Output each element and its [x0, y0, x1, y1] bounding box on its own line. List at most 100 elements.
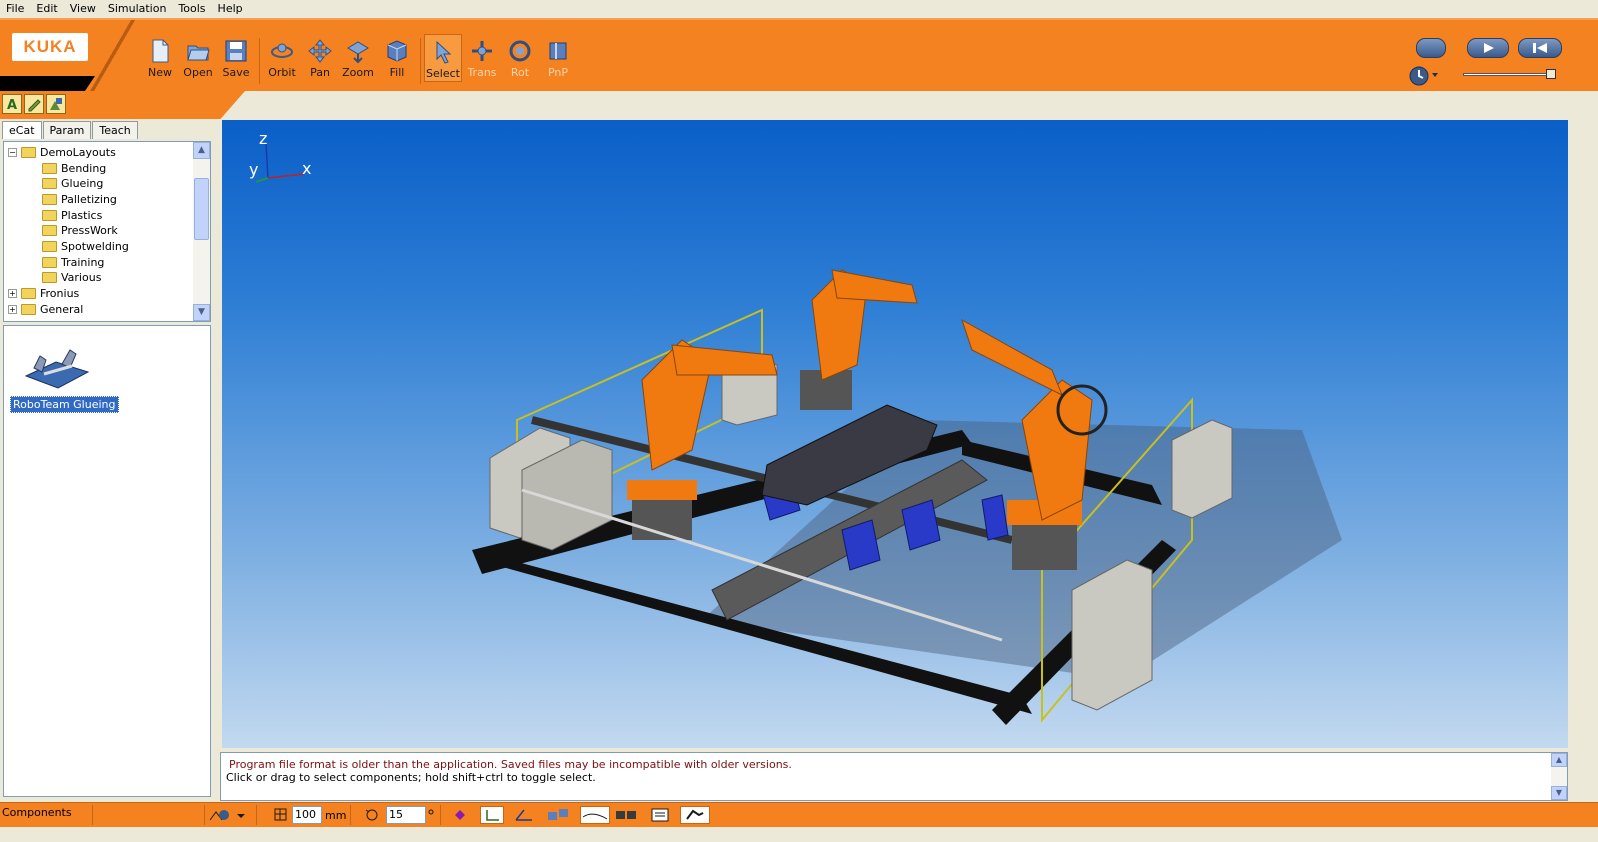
folder-icon	[42, 177, 57, 189]
trans-button[interactable]: Trans	[463, 22, 501, 88]
play-button[interactable]	[1467, 38, 1509, 58]
toolbar-separator	[420, 38, 421, 84]
grid-size-input[interactable]: 100	[292, 806, 322, 824]
collapse-icon[interactable]: −	[8, 147, 17, 157]
tab-ecat[interactable]: eCat	[2, 121, 42, 139]
zoom-label: Zoom	[342, 66, 374, 79]
menu-file[interactable]: File	[0, 0, 30, 17]
pnp-button[interactable]: PnP	[539, 22, 577, 88]
folder-icon	[42, 193, 57, 205]
menu-view[interactable]: View	[64, 0, 102, 17]
pan-label: Pan	[310, 66, 330, 79]
panel-tabs: eCat Param Teach	[2, 121, 139, 139]
record-button[interactable]	[1416, 38, 1446, 58]
signal-connection-icon[interactable]	[614, 806, 638, 824]
tree-item-glueing[interactable]: Glueing	[42, 175, 103, 191]
speed-clock-icon[interactable]	[1408, 65, 1444, 87]
folder-icon	[42, 271, 57, 283]
tree-item-various[interactable]: Various	[42, 269, 101, 285]
expand-icon[interactable]: +	[8, 304, 17, 314]
zoom-button[interactable]: Zoom	[339, 22, 377, 88]
rewind-icon	[1533, 43, 1547, 53]
world-axis-icon[interactable]	[512, 806, 536, 824]
save-disk-icon	[225, 40, 247, 62]
status-separator	[204, 805, 205, 825]
save-label: Save	[222, 66, 250, 79]
robot-cell-scene	[472, 269, 1342, 725]
3d-viewport[interactable]: z y x	[222, 120, 1568, 748]
scroll-thumb[interactable]	[194, 178, 209, 240]
rot-button[interactable]: Rot	[501, 22, 539, 88]
svg-text:A: A	[7, 98, 17, 113]
save-button[interactable]: Save	[217, 22, 255, 88]
scroll-up-icon[interactable]: ▲	[193, 142, 210, 159]
tree-scrollbar[interactable]: ▲ ▼	[193, 142, 210, 321]
menu-tools[interactable]: Tools	[172, 0, 211, 17]
shapes-tool-button[interactable]	[46, 94, 66, 114]
component-list: RoboTeam Glueing	[3, 325, 211, 797]
kuka-robot-middle	[800, 269, 918, 410]
tab-teach[interactable]: Teach	[92, 121, 138, 139]
menu-help[interactable]: Help	[212, 0, 249, 17]
hint-message: Click or drag to select components; hold…	[226, 771, 596, 784]
logo-divider	[86, 20, 144, 93]
tree-item-fronius[interactable]: + Fronius	[8, 285, 79, 301]
scroll-up-icon[interactable]: ▲	[1551, 753, 1567, 767]
tab-param[interactable]: Param	[42, 121, 92, 139]
select-button[interactable]: Select	[424, 34, 462, 82]
message-panel: Program file format is older than the ap…	[220, 752, 1568, 801]
text-tool-button[interactable]: A	[2, 94, 22, 114]
axis-icon	[486, 810, 499, 821]
tree-item-plastics[interactable]: Plastics	[42, 207, 102, 223]
tree-item-general[interactable]: + General	[8, 301, 83, 317]
scroll-down-icon[interactable]: ▼	[1551, 786, 1567, 800]
menu-simulation[interactable]: Simulation	[102, 0, 173, 17]
left-panel: eCat Param Teach − DemoLayouts Bending G…	[0, 119, 218, 801]
curve-tool-button[interactable]	[580, 806, 610, 824]
tree-item-presswork[interactable]: PressWork	[42, 222, 118, 238]
speed-slider-thumb[interactable]	[1546, 69, 1556, 79]
tree-label: Bending	[61, 161, 107, 175]
bottom-strip	[0, 827, 1598, 842]
message-scrollbar[interactable]: ▲ ▼	[1551, 753, 1567, 800]
tree-item-spotwelding[interactable]: Spotwelding	[42, 238, 129, 254]
tree-item-training[interactable]: Training	[42, 254, 104, 270]
new-button[interactable]: New	[141, 22, 179, 88]
pnp-icon	[549, 42, 567, 60]
pan-button[interactable]: Pan	[301, 22, 339, 88]
tree-label: Plastics	[61, 208, 103, 222]
rotation-step-input[interactable]: 15	[386, 806, 426, 824]
tree-label: Palletizing	[61, 192, 117, 206]
properties-icon[interactable]	[648, 806, 672, 824]
expand-icon[interactable]: +	[8, 288, 17, 298]
pnp-label: PnP	[547, 66, 569, 79]
dropdown-arrow-icon[interactable]	[234, 806, 248, 824]
menu-edit[interactable]: Edit	[30, 0, 63, 17]
local-axis-button[interactable]	[480, 806, 504, 824]
tree-label: DemoLayouts	[40, 145, 116, 159]
edit-tool-button[interactable]	[24, 94, 44, 114]
snap-mode-icon[interactable]	[208, 806, 232, 824]
orbit-button[interactable]: Orbit	[263, 22, 301, 88]
tree-label: PressWork	[61, 223, 118, 237]
folder-icon	[42, 162, 57, 174]
pan-arrows-icon	[308, 39, 332, 63]
robot-jog-button[interactable]	[680, 806, 710, 824]
folder-icon	[42, 240, 57, 252]
select-arrow-icon	[436, 40, 452, 64]
reset-button[interactable]	[1518, 38, 1562, 58]
zoom-icon	[347, 41, 369, 64]
fill-button[interactable]: Fill	[378, 22, 416, 88]
tree-item-palletizing[interactable]: Palletizing	[42, 191, 117, 207]
snap-point-icon[interactable]	[448, 806, 472, 824]
angle-degree-icon	[428, 809, 434, 815]
open-label: Open	[183, 66, 213, 79]
layout-icon[interactable]	[546, 806, 570, 824]
roboteam-thumbnail-icon[interactable]	[22, 338, 92, 393]
scroll-down-icon[interactable]: ▼	[193, 304, 210, 321]
grid-unit-label: mm	[325, 809, 347, 822]
tree-item-bending[interactable]: Bending	[42, 160, 106, 176]
component-roboteam-glueing[interactable]: RoboTeam Glueing	[10, 396, 119, 413]
open-button[interactable]: Open	[179, 22, 217, 88]
tree-item-demolayouts[interactable]: − DemoLayouts	[8, 144, 116, 160]
